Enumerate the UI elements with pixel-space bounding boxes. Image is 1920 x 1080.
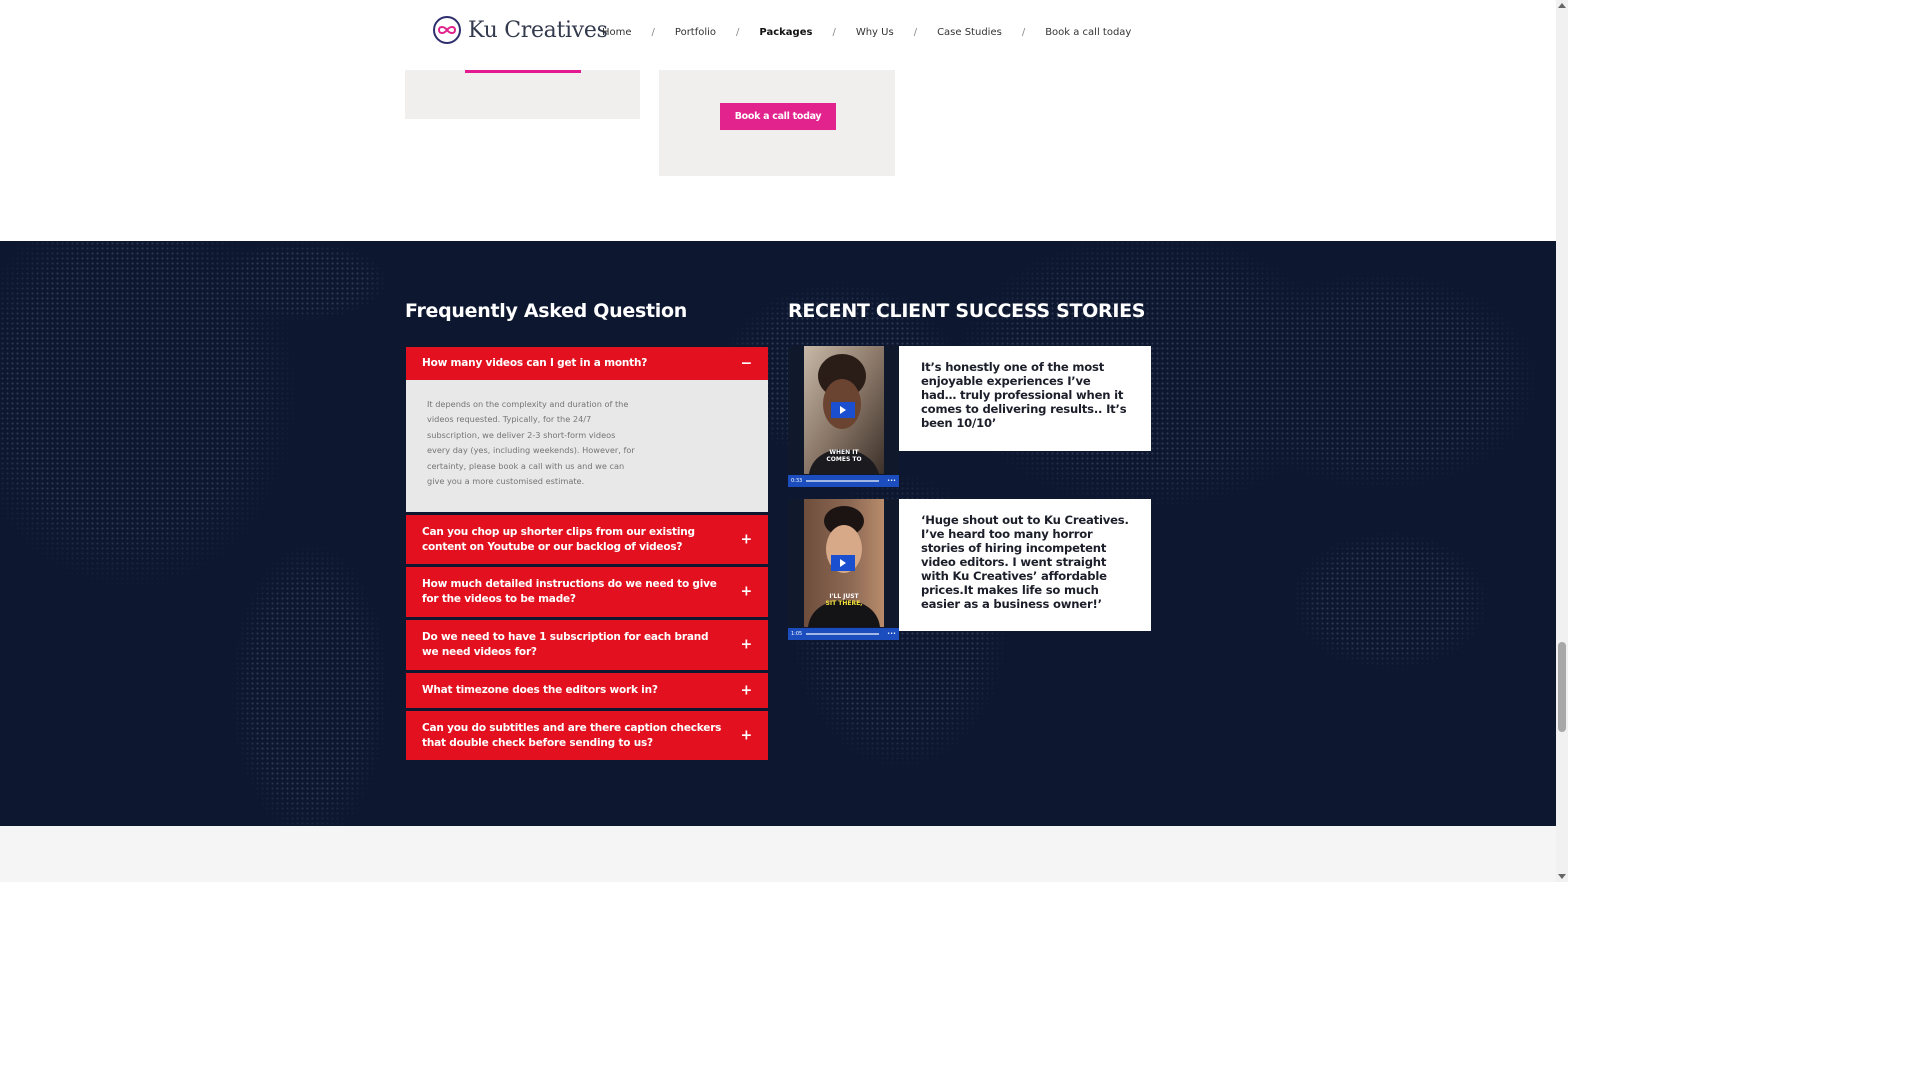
video-caption: WHEN IT COMES TO: [804, 449, 884, 463]
plus-icon[interactable]: +: [740, 532, 752, 547]
faq-item-6[interactable]: Can you do subtitles and are there capti…: [406, 711, 768, 760]
story-quote-2: ‘Huge shout out to Ku Creatives. I’ve he…: [899, 499, 1151, 631]
scroll-down-arrow-icon[interactable]: [1558, 874, 1566, 879]
plus-icon[interactable]: +: [740, 637, 752, 653]
minus-icon[interactable]: −: [740, 356, 752, 371]
nav-packages[interactable]: Packages: [759, 27, 812, 38]
faq-stories-section: [0, 241, 1556, 826]
infinity-circle-icon: [433, 16, 461, 44]
play-icon[interactable]: [831, 555, 855, 571]
main-nav: Home / Portfolio / Packages / Why Us / C…: [602, 27, 1131, 38]
faq-item-2[interactable]: Can you chop up shorter clips from our e…: [406, 515, 768, 564]
plus-icon[interactable]: +: [740, 584, 752, 600]
logo[interactable]: Ku Creatives: [432, 15, 608, 45]
faq-question: Do we need to have 1 subscription for ea…: [422, 631, 709, 658]
faq-answer-1: It depends on the complexity and duratio…: [406, 380, 768, 512]
nav-home[interactable]: Home: [602, 27, 632, 38]
faq-answer-text: It depends on the complexity and duratio…: [427, 399, 635, 487]
video-time: 1:05: [791, 631, 803, 637]
stories-title: RECENT CLIENT SUCCESS STORIES: [788, 300, 1146, 322]
video-controls[interactable]: 1:05 •••: [788, 628, 899, 640]
nav-separator: /: [651, 27, 655, 38]
nav-separator: /: [913, 27, 918, 38]
faq-title: Frequently Asked Question: [405, 300, 687, 322]
nav-book-call[interactable]: Book a call today: [1045, 27, 1131, 38]
video-controls[interactable]: 0:33 •••: [788, 475, 899, 487]
story-quote-1: It’s honestly one of the most enjoyable …: [899, 346, 1151, 451]
caption-line: COMES TO: [826, 455, 862, 463]
play-icon[interactable]: [831, 402, 855, 418]
faq-item-5[interactable]: What timezone does the editors work in? …: [406, 673, 768, 708]
faq-item-1[interactable]: How many videos can I get in a month? −: [406, 347, 768, 380]
book-call-button[interactable]: Book a call today: [720, 103, 836, 130]
story-video-1[interactable]: WHEN IT COMES TO 0:33 •••: [788, 346, 899, 487]
nav-portfolio[interactable]: Portfolio: [675, 27, 716, 38]
faq-item-4[interactable]: Do we need to have 1 subscription for ea…: [406, 620, 768, 670]
plus-icon[interactable]: +: [740, 728, 752, 743]
video-caption: I'LL JUST SIT THERE,: [804, 593, 884, 607]
faq-question: How much detailed instructions do we nee…: [422, 578, 717, 605]
story-video-2[interactable]: I'LL JUST SIT THERE, 1:05 •••: [788, 499, 899, 640]
page-scrollbar[interactable]: [1556, 0, 1568, 882]
ellipsis-icon[interactable]: •••: [887, 631, 896, 637]
faq-item-3[interactable]: How much detailed instructions do we nee…: [406, 567, 768, 617]
next-section: [0, 826, 1556, 882]
brand-name: Ku Creatives: [468, 17, 608, 43]
caption-line: SIT THERE,: [825, 599, 863, 607]
package-card-left: [405, 70, 640, 119]
ellipsis-icon[interactable]: •••: [887, 478, 896, 484]
quote-text: It’s honestly one of the most enjoyable …: [921, 360, 1127, 430]
page: Ku Creatives Home / Portfolio / Packages…: [0, 0, 1568, 882]
scroll-thumb[interactable]: [1558, 642, 1566, 732]
scroll-up-arrow-icon[interactable]: [1558, 3, 1566, 8]
nav-separator: /: [736, 27, 740, 38]
video-time: 0:33: [791, 478, 803, 484]
faq-question: What timezone does the editors work in?: [422, 684, 658, 696]
plus-icon[interactable]: +: [740, 683, 752, 698]
world-map-background: [0, 241, 1556, 826]
quote-text: ‘Huge shout out to Ku Creatives. I’ve he…: [921, 513, 1129, 611]
nav-separator: /: [1021, 27, 1026, 38]
site-header: Ku Creatives Home / Portfolio / Packages…: [0, 0, 1556, 70]
nav-separator: /: [832, 27, 836, 38]
video-progress[interactable]: [806, 480, 880, 482]
video-progress[interactable]: [806, 633, 880, 635]
package-card-accent-line: [465, 70, 581, 73]
nav-why-us[interactable]: Why Us: [856, 27, 894, 38]
nav-case-studies[interactable]: Case Studies: [937, 27, 1002, 38]
faq-question: How many videos can I get in a month?: [422, 357, 648, 369]
faq-question: Can you do subtitles and are there capti…: [422, 721, 722, 749]
faq-question: Can you chop up shorter clips from our e…: [422, 525, 695, 553]
